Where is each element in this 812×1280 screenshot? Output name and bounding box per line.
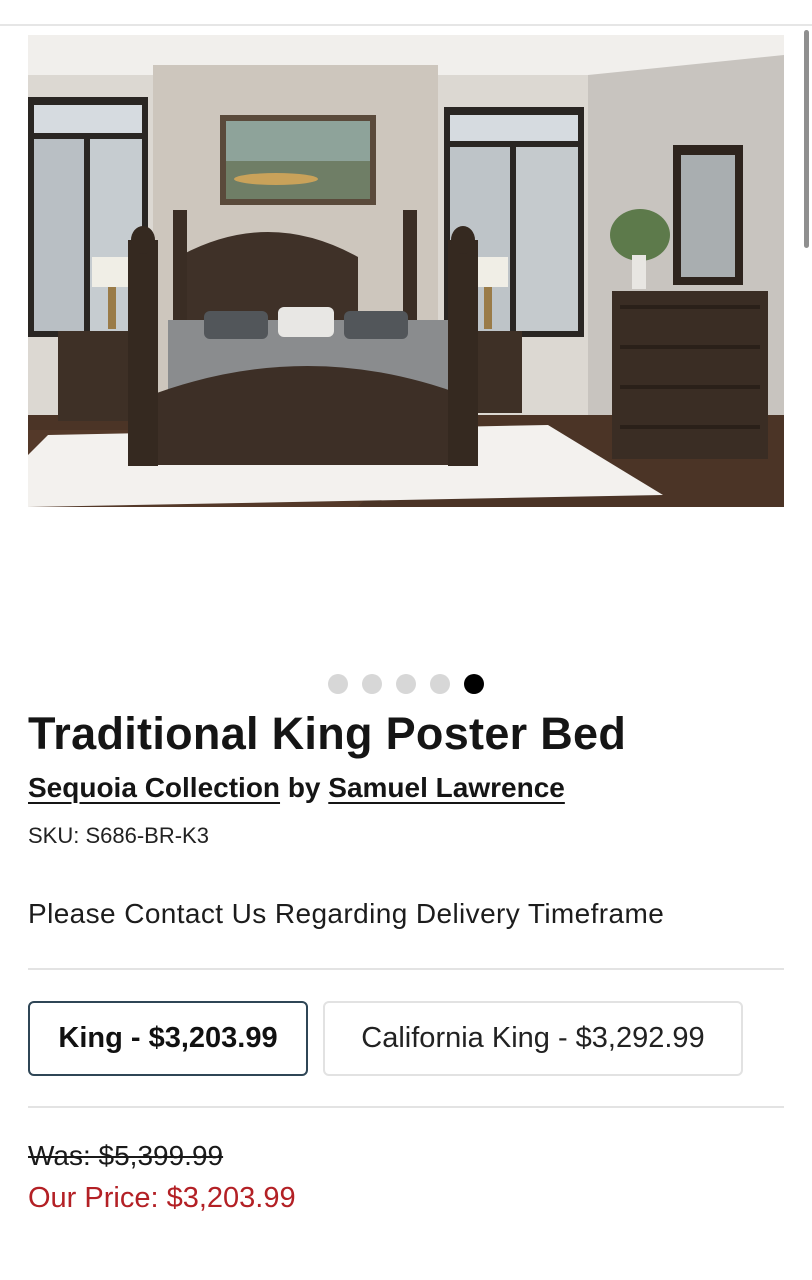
carousel-dot[interactable]: [362, 674, 382, 694]
carousel-dot[interactable]: [328, 674, 348, 694]
delivery-note: Please Contact Us Regarding Delivery Tim…: [28, 898, 665, 929]
by-text: by: [287, 772, 321, 803]
product-byline: Sequoia Collection by Samuel Lawrence: [28, 772, 565, 804]
scrollbar[interactable]: [804, 30, 809, 248]
collection-link[interactable]: Sequoia Collection: [28, 772, 280, 803]
section-divider: [28, 1106, 784, 1108]
product-title: Traditional King Poster Bed: [28, 708, 627, 759]
carousel-dots: [328, 674, 484, 694]
product-image[interactable]: [28, 35, 784, 507]
section-divider: [28, 968, 784, 970]
carousel-dot[interactable]: [430, 674, 450, 694]
size-option-california-king[interactable]: California King - $3,292.99: [323, 1001, 743, 1076]
sku-text: SKU: S686-BR-K3: [28, 823, 209, 848]
size-option-king[interactable]: King - $3,203.99: [28, 1001, 308, 1076]
bedroom-scene-illustration: [28, 35, 784, 507]
brand-link[interactable]: Samuel Lawrence: [328, 772, 565, 803]
was-price: Was: $5,399.99: [28, 1140, 224, 1171]
carousel-dot-active[interactable]: [464, 674, 484, 694]
carousel-dot[interactable]: [396, 674, 416, 694]
our-price: Our Price: $3,203.99: [28, 1182, 296, 1214]
header-divider: [0, 24, 812, 26]
